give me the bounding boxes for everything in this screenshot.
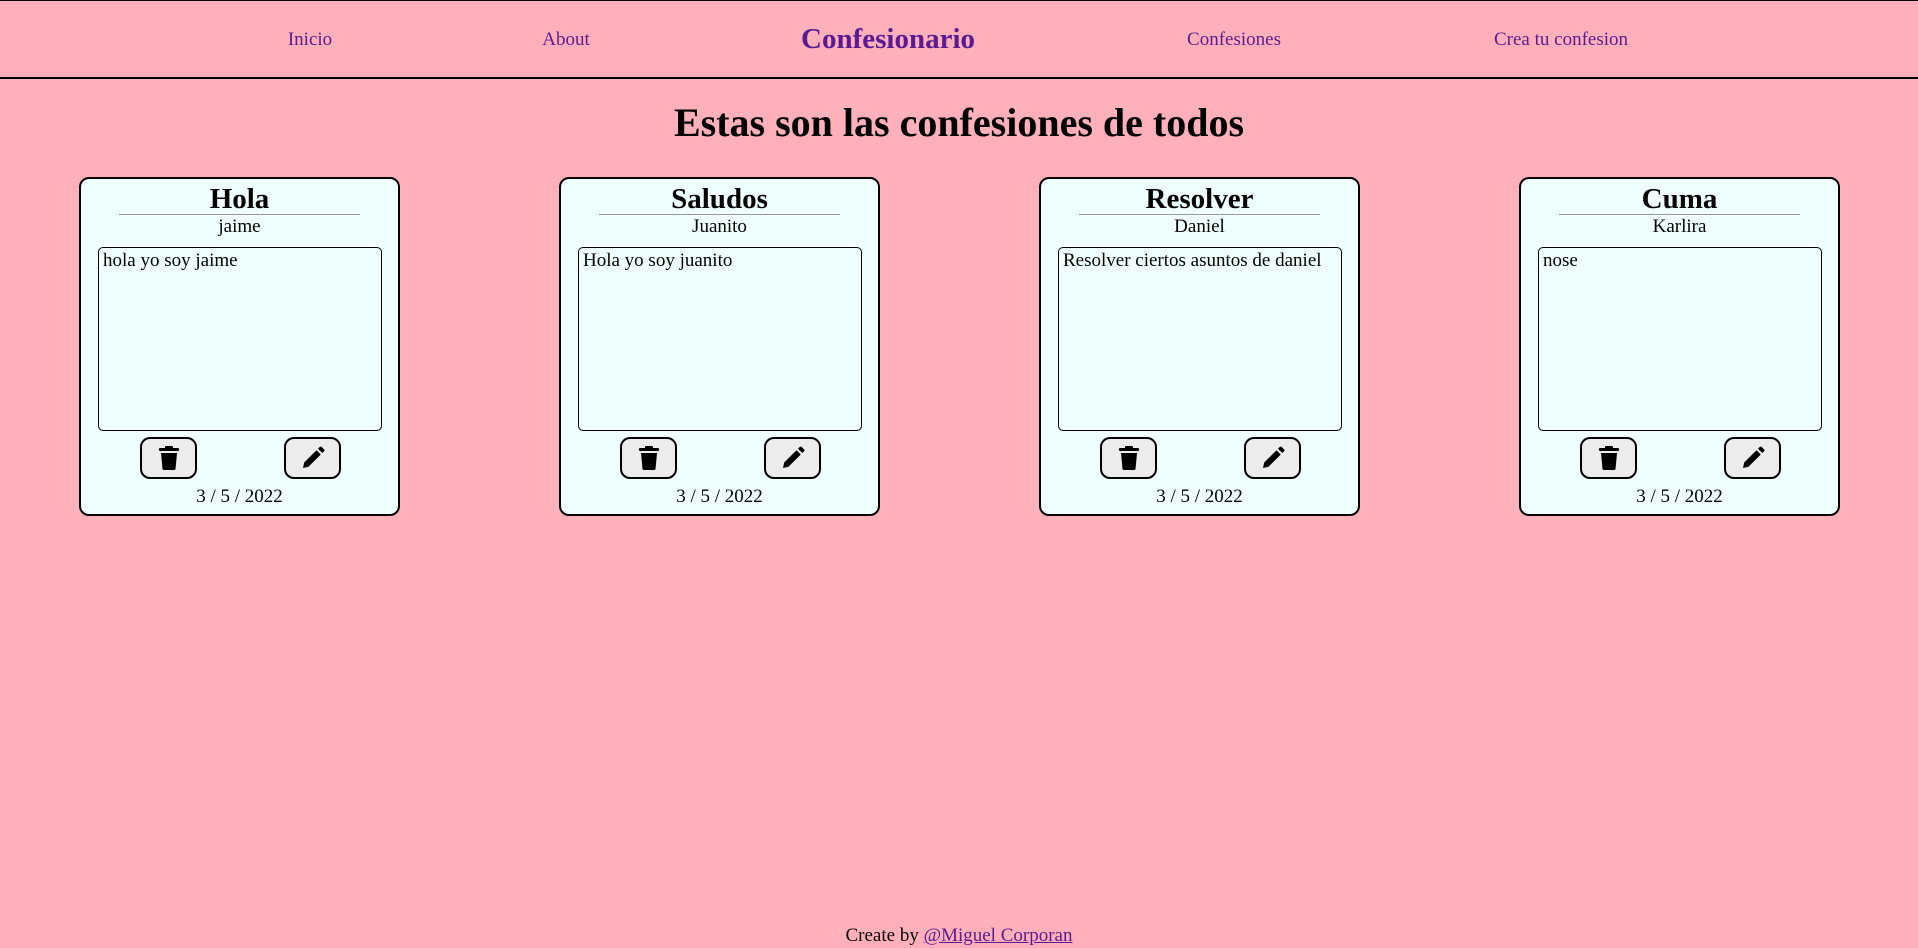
- edit-button[interactable]: [1244, 437, 1301, 479]
- edit-button[interactable]: [764, 437, 821, 479]
- card-body-text: hola yo soy jaime: [98, 247, 382, 431]
- card-author: Karlira: [1652, 216, 1707, 237]
- nav-link-inicio[interactable]: Inicio: [288, 29, 332, 51]
- navbar: Inicio About Confesionario Confesiones C…: [0, 1, 1918, 79]
- card-body-text: nose: [1538, 247, 1822, 431]
- card-divider: [1079, 214, 1320, 215]
- card-author: Juanito: [692, 216, 747, 237]
- card-divider: [599, 214, 840, 215]
- card-date: 3 / 5 / 2022: [1156, 486, 1243, 507]
- confession-card: Hola jaime hola yo soy jaime 3 / 5 / 202…: [79, 177, 400, 516]
- card-body-text: Resolver ciertos asuntos de daniel: [1058, 247, 1342, 431]
- footer-author-link[interactable]: @Miguel Corporan: [924, 925, 1073, 946]
- trash-icon: [158, 446, 179, 470]
- card-date: 3 / 5 / 2022: [1636, 486, 1723, 507]
- card-body-text: Hola yo soy juanito: [578, 247, 862, 431]
- page-title: Estas son las confesiones de todos: [673, 100, 1245, 145]
- edit-button[interactable]: [284, 437, 341, 479]
- footer: Create by @Miguel Corporan: [0, 925, 1918, 947]
- pencil-icon: [1742, 446, 1765, 468]
- nav-link-crea-tu-confesion[interactable]: Crea tu confesion: [1494, 29, 1628, 51]
- trash-icon: [1598, 446, 1619, 470]
- nav-link-about[interactable]: About: [542, 29, 590, 51]
- delete-button[interactable]: [620, 437, 677, 479]
- confession-card: Cuma Karlira nose 3 / 5 / 2022: [1519, 177, 1840, 516]
- card-title: Cuma: [1641, 183, 1718, 215]
- footer-text: Create by: [845, 925, 924, 946]
- card-author: jaime: [218, 216, 261, 237]
- delete-button[interactable]: [1100, 437, 1157, 479]
- card-date: 3 / 5 / 2022: [196, 486, 283, 507]
- pencil-icon: [782, 446, 805, 468]
- edit-button[interactable]: [1724, 437, 1781, 479]
- brand-title[interactable]: Confesionario: [801, 23, 975, 56]
- card-divider: [119, 214, 360, 215]
- trash-icon: [638, 446, 659, 470]
- card-title: Hola: [209, 183, 270, 215]
- pencil-icon: [302, 446, 325, 468]
- trash-icon: [1118, 446, 1139, 470]
- delete-button[interactable]: [140, 437, 197, 479]
- card-title: Saludos: [671, 183, 768, 215]
- confession-card: Saludos Juanito Hola yo soy juanito 3 / …: [559, 177, 880, 516]
- confession-card: Resolver Daniel Resolver ciertos asuntos…: [1039, 177, 1360, 516]
- delete-button[interactable]: [1580, 437, 1637, 479]
- pencil-icon: [1262, 446, 1285, 468]
- card-divider: [1559, 214, 1800, 215]
- card-author: Daniel: [1174, 216, 1225, 237]
- card-date: 3 / 5 / 2022: [676, 486, 763, 507]
- card-title: Resolver: [1145, 183, 1254, 215]
- nav-link-confesiones[interactable]: Confesiones: [1187, 29, 1281, 51]
